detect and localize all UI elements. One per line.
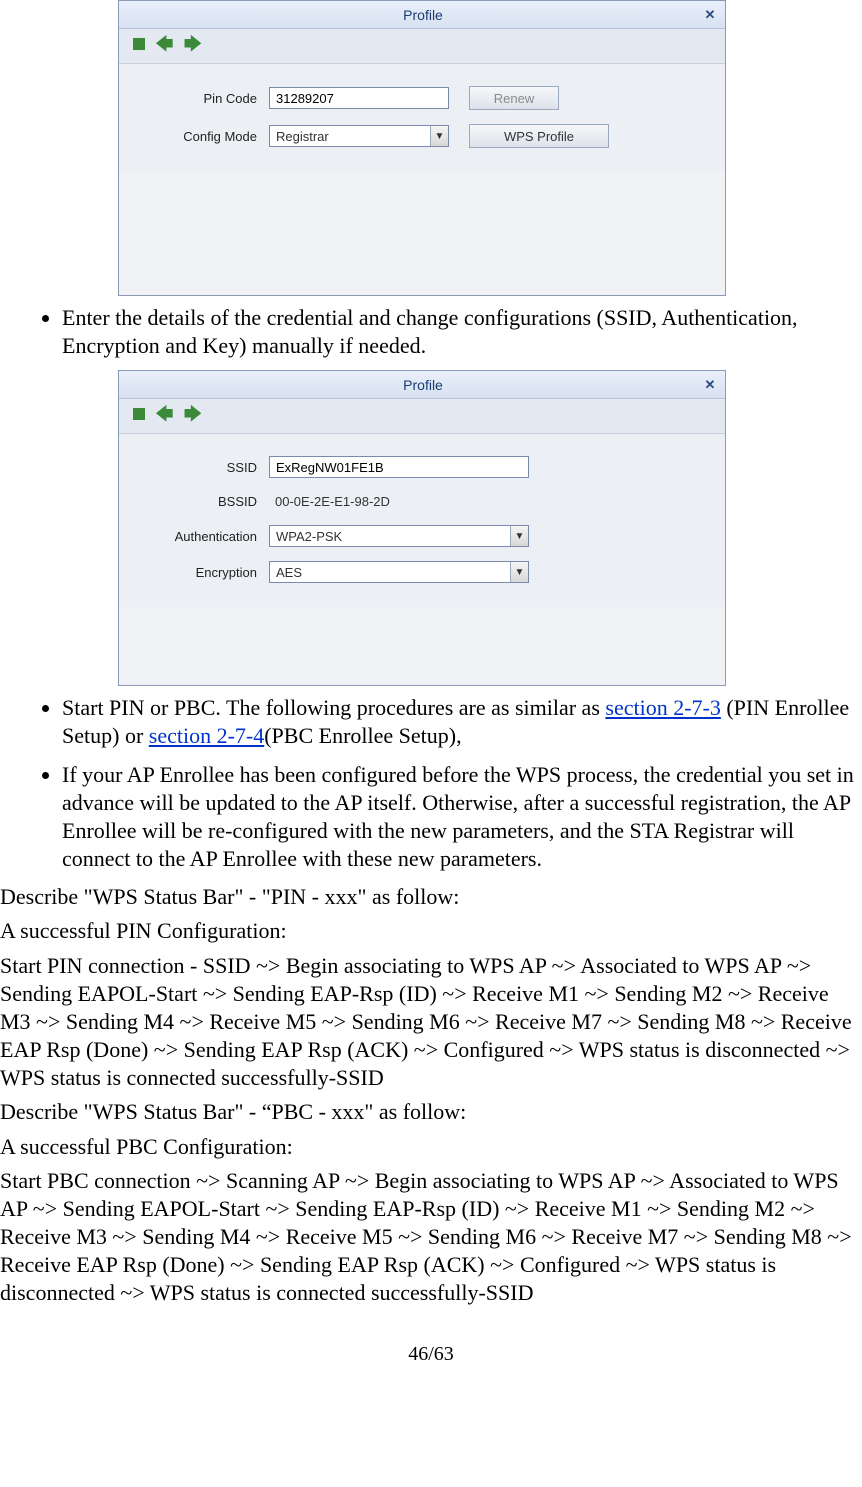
config-mode-select[interactable]: Registrar ▼ xyxy=(269,125,449,147)
chevron-down-icon: ▼ xyxy=(510,562,528,582)
form-area: SSID BSSID 00-0E-2E-E1-98-2D Authenticat… xyxy=(119,434,725,607)
dialog-title: Profile xyxy=(145,7,701,23)
paragraph: A successful PBC Configuration: xyxy=(0,1133,862,1161)
paragraph: Start PIN connection - SSID ~> Begin ass… xyxy=(0,952,862,1093)
profile-dialog-2: Profile ✕ 🡄 🡆 SSID BSSID 00-0E-2E-E1-98-… xyxy=(118,370,726,686)
forward-arrow-icon[interactable]: 🡆 xyxy=(184,405,203,423)
ssid-input[interactable] xyxy=(269,456,529,478)
renew-button[interactable]: Renew xyxy=(469,86,559,110)
list-item: Enter the details of the credential and … xyxy=(62,304,856,360)
list-item: Start PIN or PBC. The following procedur… xyxy=(62,694,856,750)
text: Start PIN or PBC. The following procedur… xyxy=(62,695,605,720)
authentication-value: WPA2-PSK xyxy=(276,529,342,544)
forward-arrow-icon[interactable]: 🡆 xyxy=(184,35,203,53)
config-mode-value: Registrar xyxy=(276,129,329,144)
link-section-2-7-4[interactable]: section 2-7-4 xyxy=(149,723,264,748)
titlebar: Profile ✕ xyxy=(119,1,725,29)
chevron-down-icon: ▼ xyxy=(510,526,528,546)
encryption-label: Encryption xyxy=(139,565,269,580)
ssid-label: SSID xyxy=(139,460,269,475)
toolbar: 🡄 🡆 xyxy=(119,29,725,64)
encryption-select[interactable]: AES ▼ xyxy=(269,561,529,583)
encryption-value: AES xyxy=(276,565,302,580)
chevron-down-icon: ▼ xyxy=(430,126,448,146)
paragraph: Describe "WPS Status Bar" - “PBC - xxx" … xyxy=(0,1098,862,1126)
paragraph: A successful PIN Configuration: xyxy=(0,917,862,945)
pin-code-input[interactable] xyxy=(269,87,449,109)
dialog-title: Profile xyxy=(145,377,701,393)
bssid-value: 00-0E-2E-E1-98-2D xyxy=(269,492,396,511)
toolbar: 🡄 🡆 xyxy=(119,399,725,434)
stop-icon[interactable] xyxy=(133,408,145,420)
close-icon[interactable]: ✕ xyxy=(701,7,719,23)
back-arrow-icon[interactable]: 🡄 xyxy=(155,405,174,423)
page-number: 46/63 xyxy=(0,1343,862,1366)
bullet-list-top: Enter the details of the credential and … xyxy=(36,304,862,360)
close-icon[interactable]: ✕ xyxy=(701,377,719,393)
list-item: If your AP Enrollee has been configured … xyxy=(62,761,856,874)
back-arrow-icon[interactable]: 🡄 xyxy=(155,35,174,53)
bssid-label: BSSID xyxy=(139,494,269,509)
authentication-label: Authentication xyxy=(139,529,269,544)
paragraph: Start PBC connection ~> Scanning AP ~> B… xyxy=(0,1167,862,1308)
paragraph: Describe "WPS Status Bar" - "PIN - xxx" … xyxy=(0,883,862,911)
wps-profile-button[interactable]: WPS Profile xyxy=(469,124,609,148)
profile-dialog-1: Profile ✕ 🡄 🡆 Pin Code Renew Config Mode… xyxy=(118,0,726,296)
pin-code-label: Pin Code xyxy=(139,91,269,106)
link-section-2-7-3[interactable]: section 2-7-3 xyxy=(605,695,720,720)
titlebar: Profile ✕ xyxy=(119,371,725,399)
bullet-list-mid: Start PIN or PBC. The following procedur… xyxy=(36,694,862,873)
text: (PBC Enrollee Setup), xyxy=(264,723,461,748)
form-area: Pin Code Renew Config Mode Registrar ▼ W… xyxy=(119,64,725,172)
stop-icon[interactable] xyxy=(133,38,145,50)
config-mode-label: Config Mode xyxy=(139,129,269,144)
authentication-select[interactable]: WPA2-PSK ▼ xyxy=(269,525,529,547)
